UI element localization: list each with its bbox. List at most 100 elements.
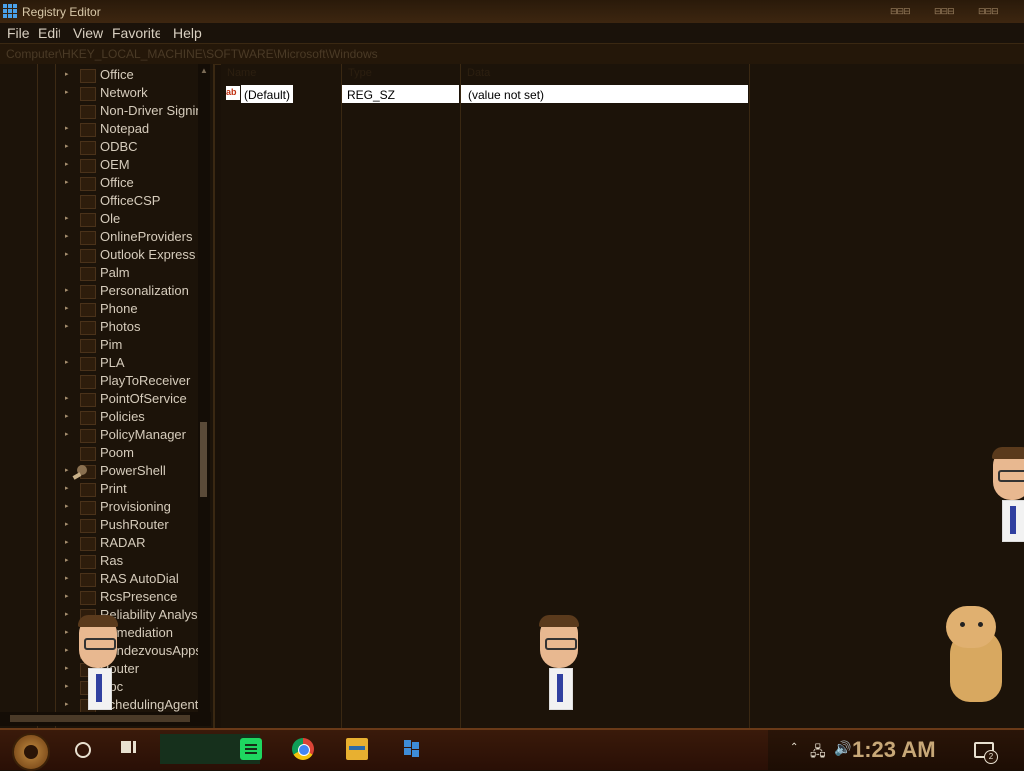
network-icon[interactable]: 🖧 bbox=[810, 741, 826, 765]
tree-node[interactable]: ▸ RAS AutoDial bbox=[0, 570, 200, 588]
file-explorer-icon[interactable] bbox=[346, 738, 368, 760]
title-bar: Registry Editor ⊟⊟⊟ ⊟⊟⊟ ⊟⊟⊟ bbox=[0, 0, 1024, 23]
tree-node[interactable]: ▸ Policies bbox=[0, 408, 200, 426]
scroll-up-arrow-icon[interactable]: ▲ bbox=[200, 66, 208, 75]
tree-node[interactable]: OfficeCSP bbox=[0, 192, 200, 210]
volume-icon[interactable]: 🔊 bbox=[834, 740, 851, 757]
folder-icon bbox=[80, 303, 96, 317]
expand-arrow-icon[interactable]: ▸ bbox=[65, 232, 75, 242]
tree-node[interactable]: ▸ Office bbox=[0, 66, 200, 84]
tree-node[interactable]: ▸ Outlook Express bbox=[0, 246, 200, 264]
expand-arrow-icon[interactable]: ▸ bbox=[65, 358, 75, 368]
values-list-pane[interactable]: Name Type Data ab (Default) REG_SZ (valu… bbox=[221, 64, 1024, 728]
expand-arrow-icon[interactable]: ▸ bbox=[65, 430, 75, 440]
menu-help[interactable]: Help bbox=[173, 25, 202, 41]
address-path[interactable]: Computer\HKEY_LOCAL_MACHINE\SOFTWARE\Mic… bbox=[6, 47, 378, 61]
expand-arrow-icon[interactable]: ▸ bbox=[65, 502, 75, 512]
cortana-search-icon[interactable] bbox=[75, 742, 91, 758]
tree-vertical-scrollbar[interactable]: ▲ bbox=[198, 64, 210, 712]
minimize-button[interactable]: ⊟⊟⊟ bbox=[890, 6, 920, 16]
menu-edit[interactable]: Edit bbox=[38, 25, 60, 41]
menu-favorites[interactable]: Favorites bbox=[112, 25, 160, 41]
tree-node[interactable]: ▸ Phone bbox=[0, 300, 200, 318]
column-header-name[interactable]: Name bbox=[221, 64, 342, 82]
tree-node[interactable]: ▸ Print bbox=[0, 480, 200, 498]
menu-file[interactable]: File bbox=[7, 25, 32, 41]
tree-node-label: Network bbox=[100, 85, 148, 100]
column-type-label: Type bbox=[348, 67, 372, 79]
tree-node[interactable]: ▸ ODBC bbox=[0, 138, 200, 156]
tree-node[interactable]: ▸ OEM bbox=[0, 156, 200, 174]
expand-arrow-icon[interactable]: ▸ bbox=[65, 574, 75, 584]
expand-arrow-icon[interactable]: ▸ bbox=[65, 70, 75, 80]
tree-node[interactable]: Non-Driver Signing bbox=[0, 102, 210, 120]
tree-node-label: Non-Driver Signing bbox=[100, 103, 210, 118]
expand-arrow-icon[interactable]: ▸ bbox=[65, 592, 75, 602]
menu-bar: File Edit View Favorites Help bbox=[0, 23, 1024, 43]
expand-arrow-icon[interactable]: ▸ bbox=[65, 394, 75, 404]
start-button[interactable] bbox=[12, 733, 50, 771]
tree-node[interactable]: ▸ Photos bbox=[0, 318, 200, 336]
column-divider bbox=[341, 82, 342, 728]
tree-node[interactable]: ▸ Ras bbox=[0, 552, 200, 570]
folder-icon bbox=[80, 555, 96, 569]
expand-arrow-icon[interactable]: ▸ bbox=[65, 520, 75, 530]
expand-arrow-icon[interactable]: ▸ bbox=[65, 556, 75, 566]
tree-node[interactable]: ▸ PolicyManager bbox=[0, 426, 200, 444]
tree-node[interactable]: ▸ Notepad bbox=[0, 120, 200, 138]
column-header-data[interactable]: Data bbox=[461, 64, 750, 82]
tree-node-label: Poom bbox=[100, 445, 134, 460]
tree-node-label: RADAR bbox=[100, 535, 146, 550]
expand-arrow-icon[interactable]: ▸ bbox=[65, 214, 75, 224]
registry-editor-icon[interactable] bbox=[400, 738, 422, 760]
tree-node[interactable]: ▸ PushRouter bbox=[0, 516, 200, 534]
expand-arrow-icon[interactable]: ▸ bbox=[65, 322, 75, 332]
tree-node[interactable]: ▸ PowerShell bbox=[0, 462, 200, 480]
tree-node-label: Print bbox=[100, 481, 127, 496]
tree-node-label: Office bbox=[100, 175, 134, 190]
tree-node[interactable]: ▸ Personalization bbox=[0, 282, 200, 300]
tree-node[interactable]: ▸ Ole bbox=[0, 210, 200, 228]
tree-node[interactable]: ▸ RADAR bbox=[0, 534, 200, 552]
folder-icon bbox=[80, 141, 96, 155]
tree-node[interactable]: Pim bbox=[0, 336, 200, 354]
tree-node[interactable]: ▸ OnlineProviders bbox=[0, 228, 200, 246]
tree-node[interactable]: Poom bbox=[0, 444, 200, 462]
tree-node[interactable]: ▸ Provisioning bbox=[0, 498, 200, 516]
close-button[interactable]: ⊟⊟⊟ bbox=[978, 6, 1008, 16]
expand-arrow-icon[interactable]: ▸ bbox=[65, 142, 75, 152]
address-bar[interactable]: Computer\HKEY_LOCAL_MACHINE\SOFTWARE\Mic… bbox=[0, 43, 1024, 65]
value-data-cell[interactable]: (value not set) bbox=[461, 85, 748, 103]
folder-icon bbox=[80, 447, 96, 461]
task-view-icon[interactable] bbox=[121, 741, 137, 755]
expand-arrow-icon[interactable]: ▸ bbox=[65, 538, 75, 548]
tree-node[interactable]: ▸ Office bbox=[0, 174, 200, 192]
expand-arrow-icon[interactable]: ▸ bbox=[65, 178, 75, 188]
value-type-cell[interactable]: REG_SZ bbox=[342, 85, 459, 103]
tree-node[interactable]: Palm bbox=[0, 264, 200, 282]
clock[interactable]: 1:23 AM bbox=[852, 737, 936, 763]
tree-node[interactable]: ▸ PLA bbox=[0, 354, 200, 372]
expand-arrow-icon[interactable]: ▸ bbox=[65, 160, 75, 170]
tree-node[interactable]: ▸ RcsPresence bbox=[0, 588, 200, 606]
tree-scroll-thumb[interactable] bbox=[200, 422, 207, 497]
tree-node[interactable]: ▸ PointOfService bbox=[0, 390, 200, 408]
window-title: Registry Editor bbox=[22, 5, 101, 19]
tree-node-label: OfficeCSP bbox=[100, 193, 161, 208]
tree-node[interactable]: ▸ Network bbox=[0, 84, 200, 102]
expand-arrow-icon[interactable]: ▸ bbox=[65, 250, 75, 260]
tree-node[interactable]: PlayToReceiver bbox=[0, 372, 200, 390]
expand-arrow-icon[interactable]: ▸ bbox=[65, 304, 75, 314]
expand-arrow-icon[interactable]: ▸ bbox=[65, 412, 75, 422]
value-name-cell[interactable]: (Default) bbox=[241, 85, 293, 103]
menu-view[interactable]: View bbox=[73, 25, 103, 41]
spotify-icon[interactable] bbox=[240, 738, 262, 760]
expand-arrow-icon[interactable]: ▸ bbox=[65, 88, 75, 98]
maximize-button[interactable]: ⊟⊟⊟ bbox=[934, 6, 964, 16]
expand-arrow-icon[interactable]: ▸ bbox=[65, 286, 75, 296]
expand-arrow-icon[interactable]: ▸ bbox=[65, 124, 75, 134]
column-header-type[interactable]: Type bbox=[342, 64, 461, 82]
chrome-icon[interactable] bbox=[292, 738, 314, 760]
expand-arrow-icon[interactable]: ▸ bbox=[65, 484, 75, 494]
show-hidden-icons-icon[interactable]: ⌃ bbox=[790, 742, 798, 753]
